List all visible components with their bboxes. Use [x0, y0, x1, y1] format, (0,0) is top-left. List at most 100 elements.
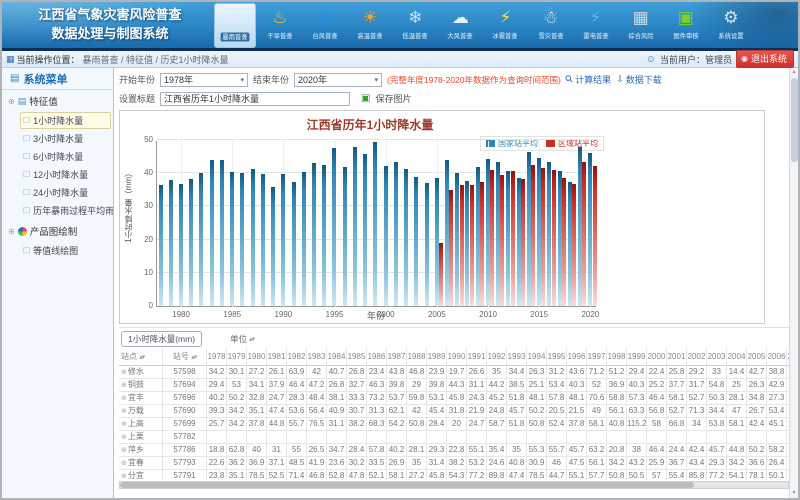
bar-national-2002[interactable] — [404, 169, 408, 306]
sidebar-item-1-0[interactable]: ☐等值线绘图 — [20, 242, 111, 259]
bar-national-1980[interactable] — [179, 184, 183, 306]
expand-icon[interactable]: ⊕ — [121, 395, 127, 402]
bar-national-1991[interactable] — [292, 182, 296, 307]
bar-national-1997[interactable] — [353, 147, 357, 306]
station-cell[interactable]: ⊕修水 — [119, 366, 163, 379]
bar-regional-2006[interactable] — [449, 190, 453, 306]
bar-national-2001[interactable] — [394, 162, 398, 306]
bar-national-2004[interactable] — [425, 183, 429, 307]
station-cell[interactable]: ⊕上高 — [119, 418, 163, 431]
bar-national-1978[interactable] — [159, 185, 163, 306]
bar-national-1981[interactable] — [189, 179, 193, 306]
vertical-scrollbar[interactable]: ▲ ▼ — [789, 68, 798, 498]
horizontal-scrollbar[interactable] — [119, 481, 789, 489]
toolbar-item-system-settings[interactable]: ⚙系统设置 — [710, 3, 752, 48]
toolbar-item-combined-risk[interactable]: ▦综合风险 — [620, 3, 662, 48]
sidebar-item-0-1[interactable]: ☐3小时降水量 — [20, 130, 111, 147]
sidebar-group-1[interactable]: ⊕产品图绘制 — [2, 220, 113, 241]
expand-icon[interactable]: ⊕ — [121, 421, 127, 428]
bar-national-1988[interactable] — [261, 174, 265, 306]
bar-regional-2010[interactable] — [490, 170, 494, 306]
save-image-button[interactable]: 保存图片 — [375, 92, 411, 105]
bar-regional-2011[interactable] — [500, 175, 504, 306]
bar-national-1983[interactable] — [210, 160, 214, 306]
expand-icon[interactable]: ⊕ — [121, 460, 127, 467]
bar-regional-2009[interactable] — [480, 182, 484, 307]
bar-national-2000[interactable] — [384, 166, 388, 306]
station-cell[interactable]: ⊕铜鼓 — [119, 379, 163, 392]
value-cell: 45.4 — [427, 405, 447, 418]
bar-national-1995[interactable] — [332, 148, 336, 306]
toolbar-item-hail-survey[interactable]: ⚡冰雹普查 — [484, 3, 526, 48]
end-year-select[interactable]: 2020年 ▾ — [294, 73, 382, 87]
station-cell[interactable]: ⊕萍乡 — [119, 444, 163, 457]
toolbar-item-rainstorm-survey[interactable]: ☂暴雨普查 — [214, 3, 256, 48]
bar-regional-2005[interactable] — [439, 243, 443, 306]
toolbar-item-gale-survey[interactable]: ☁大风普查 — [439, 3, 481, 48]
bar-national-1998[interactable] — [363, 154, 367, 306]
unit-sort-header[interactable]: 单位 ▴▾ — [230, 333, 254, 345]
station-column-header[interactable]: 站点 ▴▾ — [119, 348, 163, 366]
sidebar-item-0-0[interactable]: ☐1小时降水量 — [20, 112, 111, 129]
bar-national-1993[interactable] — [312, 163, 316, 306]
toolbar-item-typhoon-survey[interactable]: ☸台风普查 — [304, 3, 346, 48]
station-cell[interactable]: ⊕分宜 — [119, 470, 163, 480]
calc-result-button[interactable]: ⚲ 计算结果 — [566, 73, 611, 86]
bar-regional-2008[interactable] — [470, 185, 474, 306]
expand-icon[interactable]: ⊕ — [121, 447, 127, 454]
sidebar-item-0-2[interactable]: ☐6小时降水量 — [20, 148, 111, 165]
bar-national-1994[interactable] — [322, 165, 326, 306]
logout-button[interactable]: ◉ 退出系统 — [736, 50, 794, 68]
breadcrumb[interactable]: 暴雨普查 / 特征值 / 历史1小时降水量 — [83, 53, 229, 66]
expand-icon[interactable]: ⊕ — [121, 473, 127, 480]
toolbar-item-drought-survey[interactable]: ♨干旱普查 — [259, 3, 301, 48]
bar-national-1996[interactable] — [343, 167, 347, 306]
bar-regional-2015[interactable] — [541, 168, 545, 306]
station-cell[interactable]: ⊕上栗 — [119, 431, 163, 444]
scroll-down-arrow[interactable]: ▼ — [792, 489, 797, 498]
bar-regional-2014[interactable] — [531, 165, 535, 306]
expand-icon[interactable]: ⊕ — [121, 369, 127, 376]
bar-national-1989[interactable] — [271, 187, 275, 306]
toolbar-item-lightning-survey[interactable]: ⚡雷电普查 — [575, 3, 617, 48]
bar-national-1986[interactable] — [240, 173, 244, 306]
station-id-column-header[interactable]: 站号 ▴▾ — [163, 348, 207, 366]
bar-regional-2020[interactable] — [593, 166, 597, 306]
bar-national-1992[interactable] — [302, 172, 306, 306]
sidebar-item-0-3[interactable]: ☐12小时降水量 — [20, 166, 111, 183]
bar-national-1999[interactable] — [373, 142, 377, 306]
toolbar-item-snow-survey[interactable]: ☃雪灾普查 — [530, 3, 572, 48]
station-cell[interactable]: ⊕宜丰 — [119, 392, 163, 405]
bar-national-1985[interactable] — [230, 172, 234, 306]
bar-regional-2016[interactable] — [552, 170, 556, 306]
scrollbar-thumb[interactable] — [120, 482, 694, 488]
sidebar-item-0-5[interactable]: ☐历年暴雨过程平均雨量 — [20, 202, 111, 219]
bar-regional-2007[interactable] — [460, 185, 464, 307]
scrollbar-thumb[interactable] — [791, 78, 798, 162]
bar-national-1984[interactable] — [220, 160, 224, 306]
bar-regional-2012[interactable] — [511, 171, 515, 306]
expand-icon[interactable]: ⊕ — [121, 382, 127, 389]
bar-regional-2013[interactable] — [521, 179, 525, 306]
bar-national-1982[interactable] — [199, 173, 203, 306]
sidebar-group-0[interactable]: ⊕▤特征值 — [2, 90, 113, 111]
toolbar-item-low-temp-survey[interactable]: ❄低温普查 — [394, 3, 436, 48]
toolbar-item-map-review[interactable]: ▣图件审核 — [665, 3, 707, 48]
bar-regional-2017[interactable] — [562, 178, 566, 306]
bar-national-1987[interactable] — [251, 169, 255, 306]
bar-national-1990[interactable] — [281, 174, 285, 306]
bar-national-2003[interactable] — [414, 177, 418, 306]
station-cell[interactable]: ⊕宜春 — [119, 457, 163, 470]
chart-title-input[interactable] — [160, 92, 350, 106]
bar-regional-2019[interactable] — [582, 162, 586, 306]
scroll-up-arrow[interactable]: ▲ — [792, 68, 797, 77]
expand-icon[interactable]: ⊕ — [121, 408, 127, 415]
start-year-select[interactable]: 1978年 ▾ — [160, 73, 248, 87]
station-cell[interactable]: ⊕万载 — [119, 405, 163, 418]
data-download-button[interactable]: ⇩ 数据下载 — [616, 73, 662, 86]
expand-icon[interactable]: ⊕ — [121, 434, 127, 441]
bar-national-1979[interactable] — [169, 180, 173, 306]
sidebar-item-0-4[interactable]: ☐24小时降水量 — [20, 184, 111, 201]
bar-regional-2018[interactable] — [572, 184, 576, 306]
toolbar-item-high-temp-survey[interactable]: ☀高温普查 — [349, 3, 391, 48]
